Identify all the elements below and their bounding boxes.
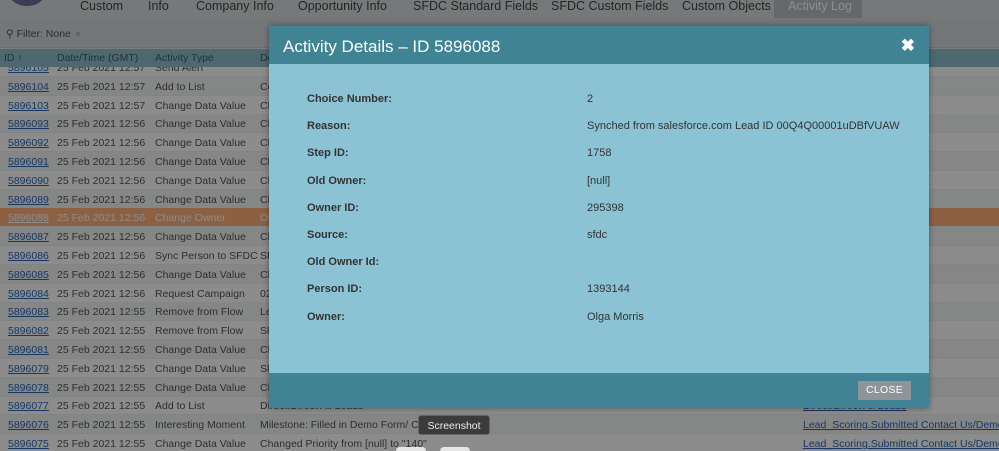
field-value: Synched from salesforce.com Lead ID 00Q4…: [587, 120, 900, 133]
field-value: Olga Morris: [587, 310, 644, 323]
field-label: Owner ID:: [307, 201, 359, 214]
field-value: 1758: [587, 147, 612, 160]
dialog-title: Activity Details – ID 5896088: [283, 37, 501, 56]
field-label: Old Owner Id:: [307, 256, 380, 269]
field-value: 1393144: [587, 283, 630, 296]
field-label: Old Owner:: [307, 174, 367, 187]
dialog-header: Activity Details – ID 5896088 ✖: [269, 26, 929, 64]
field-label: Source:: [307, 229, 348, 241]
field-value: 2: [587, 93, 594, 105]
field-value: 295398: [587, 201, 624, 214]
field-label: Step ID:: [307, 147, 349, 160]
close-button[interactable]: CLOSE: [858, 381, 911, 400]
activity-details-dialog: Activity Details – ID 5896088 ✖ Choice N…: [269, 26, 929, 408]
field-label: Owner:: [307, 310, 345, 323]
field-value: [null]: [587, 174, 611, 187]
toolbar-button[interactable]: [440, 447, 470, 451]
close-icon[interactable]: ✖: [901, 36, 915, 56]
field-label: Person ID:: [307, 283, 363, 296]
dialog-footer: CLOSE: [269, 373, 929, 408]
field-value: sfdc: [587, 229, 608, 241]
field-label: Choice Number:: [307, 93, 392, 105]
field-label: Reason:: [307, 120, 351, 133]
dialog-body: Choice Number: 2 Reason: Synched from sales…: [269, 64, 929, 373]
screenshot-tooltip: Screenshot: [418, 415, 490, 435]
toolbar-button[interactable]: [396, 447, 426, 451]
